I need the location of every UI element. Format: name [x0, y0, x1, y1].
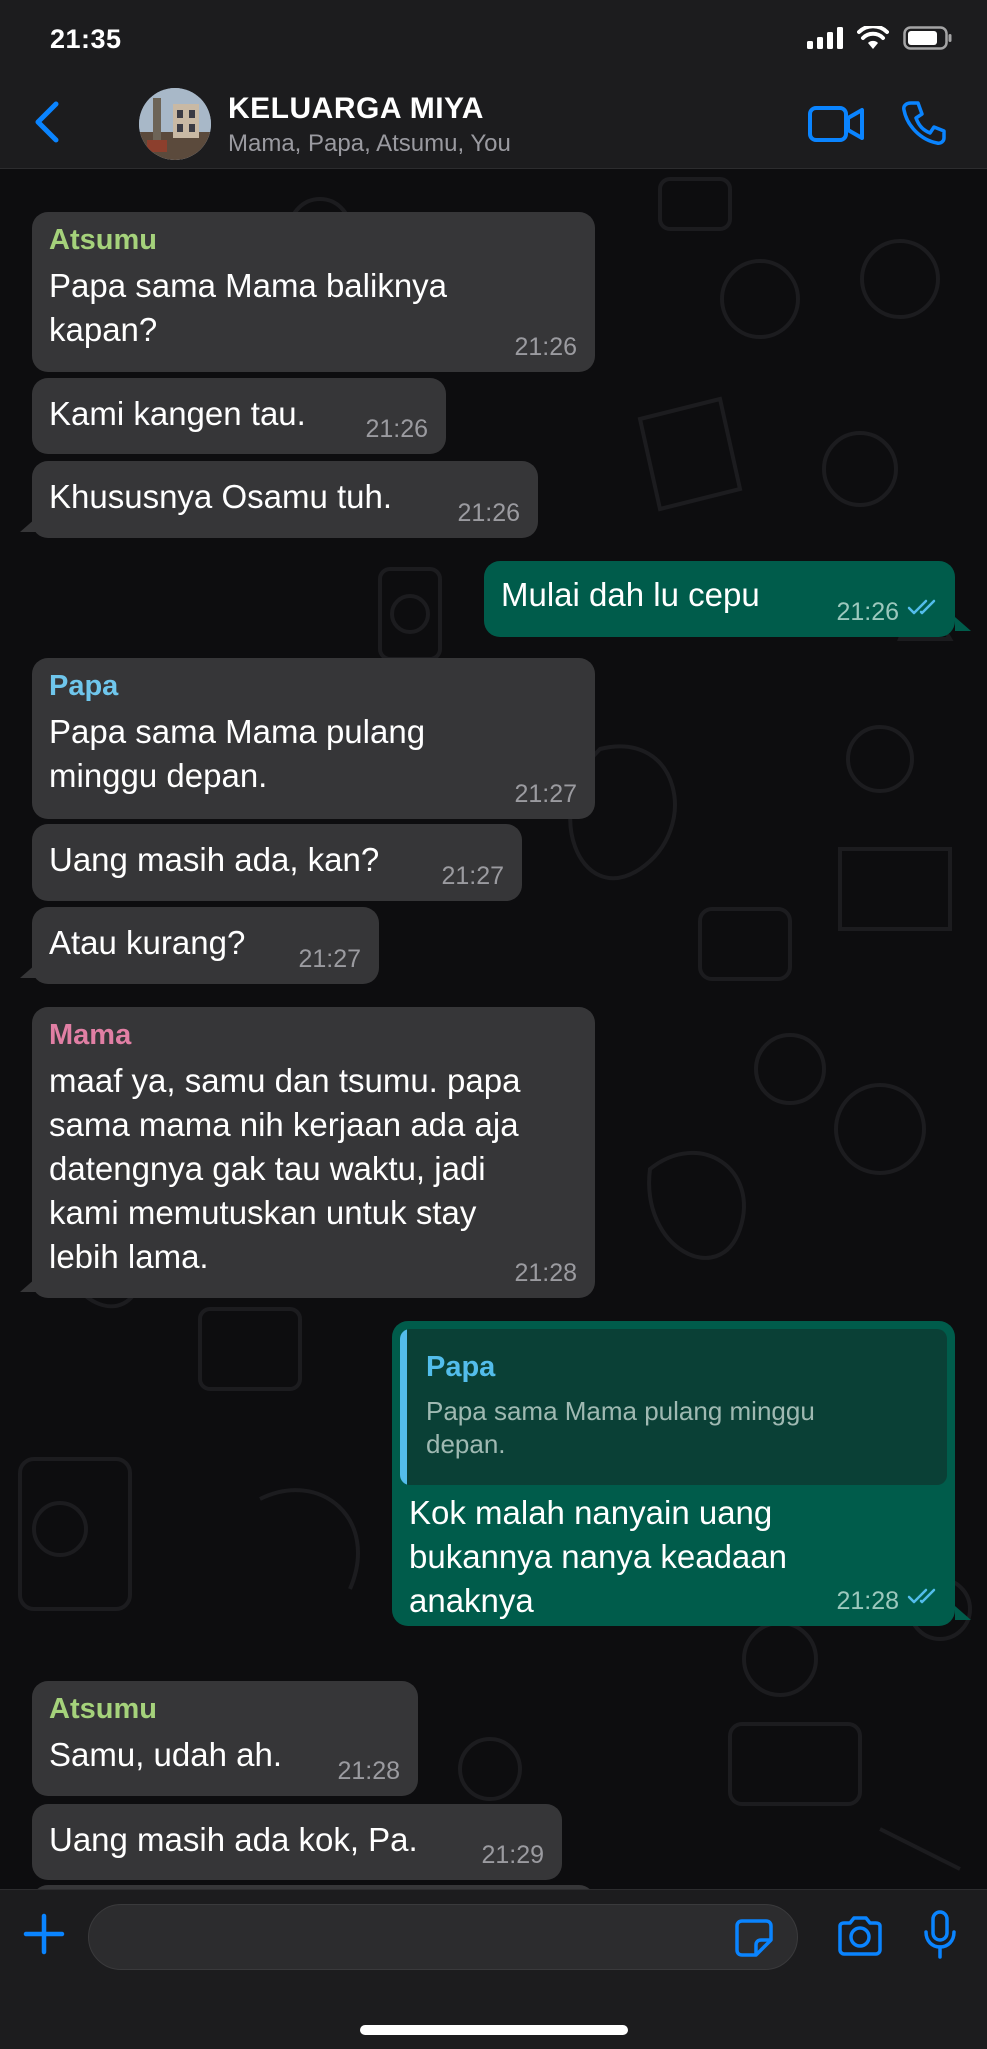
video-call-button[interactable]: [808, 104, 864, 149]
camera-button[interactable]: [836, 1916, 884, 1961]
message-bubble[interactable]: Kami kangen tau. 21:26: [32, 378, 446, 454]
message-bubble[interactable]: Atsumu Papa sama Mama baliknya kapan? 21…: [32, 212, 595, 372]
group-avatar[interactable]: [139, 88, 211, 160]
message-text: Khususnya Osamu tuh.: [49, 478, 393, 515]
chat-area[interactable]: Atsumu Papa sama Mama baliknya kapan? 21…: [0, 169, 987, 1889]
group-members: Mama, Papa, Atsumu, You: [228, 130, 511, 157]
message-time: 21:27: [441, 862, 504, 890]
quoted-text: Papa sama Mama pulang minggu depan.: [426, 1396, 815, 1459]
read-ticks-icon: [907, 1587, 943, 1610]
battery-icon: [903, 26, 953, 55]
quoted-message[interactable]: Papa Papa sama Mama pulang minggu depan.: [400, 1329, 947, 1485]
message-sender: Mama: [49, 1019, 132, 1051]
message-input[interactable]: [88, 1904, 798, 1970]
message-bubble-outgoing[interactable]: Papa Papa sama Mama pulang minggu depan.…: [392, 1321, 955, 1626]
sticker-button[interactable]: [734, 1918, 774, 1963]
voice-call-button[interactable]: [902, 100, 946, 151]
message-text: maaf ya, samu dan tsumu. papa sama mama …: [49, 1062, 521, 1275]
message-text: Kami kangen tau.: [49, 395, 306, 432]
bubble-tail: [955, 617, 971, 631]
wifi-icon: [857, 24, 889, 55]
bubble-tail: [955, 1606, 971, 1620]
message-bubble[interactable]: Atau kurang? 21:27: [32, 907, 379, 984]
message-bubble[interactable]: Uang masih ada, kan? 21:27: [32, 824, 522, 901]
phone-icon: [902, 101, 946, 150]
message-text: Uang masih ada, kan?: [49, 841, 380, 878]
bubble-tail: [20, 1278, 36, 1292]
message-time: 21:28: [836, 1587, 899, 1615]
cellular-signal-icon: [807, 27, 843, 54]
message-time: 21:26: [457, 499, 520, 527]
camera-icon: [836, 1916, 884, 1960]
message-sender: Atsumu: [49, 224, 157, 256]
message-time: 21:27: [298, 945, 361, 973]
status-bar: 21:35: [0, 0, 987, 80]
chat-header: KELUARGA MIYA Mama, Papa, Atsumu, You: [0, 80, 987, 169]
chevron-left-icon: [32, 100, 60, 149]
message-time: 21:27: [514, 780, 577, 808]
group-name[interactable]: KELUARGA MIYA: [228, 92, 484, 126]
message-bubble[interactable]: Uang masih ada kok, Pa. 21:29: [32, 1804, 562, 1880]
quoted-sender: Papa: [426, 1351, 496, 1383]
message-text: Samu, udah ah.: [49, 1736, 282, 1773]
back-button[interactable]: [26, 98, 66, 150]
video-camera-icon: [808, 106, 864, 148]
plus-icon: [22, 1913, 66, 1960]
attach-button[interactable]: [22, 1912, 66, 1961]
message-text: Papa sama Mama baliknya kapan?: [49, 267, 448, 348]
quote-bar: [400, 1329, 407, 1485]
bubble-tail: [20, 964, 36, 978]
message-composer: [0, 1889, 987, 2049]
message-sender: Atsumu: [49, 1693, 157, 1725]
sticker-icon: [734, 1919, 774, 1962]
message-text: Kok malah nanyain uang bukannya nanya ke…: [409, 1494, 787, 1619]
message-time: 21:28: [337, 1757, 400, 1785]
bubble-tail: [20, 518, 36, 532]
status-icons: [807, 24, 953, 55]
microphone-button[interactable]: [923, 1910, 957, 1965]
message-text: Uang masih ada kok, Pa.: [49, 1821, 418, 1858]
status-time: 21:35: [50, 24, 122, 54]
message-bubble-outgoing[interactable]: Mulai dah lu cepu 21:26: [484, 561, 955, 637]
message-time: 21:29: [481, 1841, 544, 1869]
message-time: 21:28: [514, 1259, 577, 1287]
message-bubble[interactable]: Khususnya Osamu tuh. 21:26: [32, 461, 538, 538]
read-ticks-icon: [907, 598, 943, 621]
message-bubble[interactable]: Mama maaf ya, samu dan tsumu. papa sama …: [32, 1007, 595, 1298]
message-time: 21:26: [836, 598, 899, 626]
message-time: 21:26: [365, 415, 428, 443]
message-text: Papa sama Mama pulang minggu depan.: [49, 713, 426, 794]
message-text: Atau kurang?: [49, 924, 246, 961]
microphone-icon: [923, 1910, 957, 1964]
message-bubble[interactable]: Atsumu Samu, udah ah. 21:28: [32, 1681, 418, 1796]
message-time: 21:26: [514, 333, 577, 361]
home-indicator[interactable]: [360, 2025, 628, 2035]
message-bubble[interactable]: Papa Papa sama Mama pulang minggu depan.…: [32, 658, 595, 819]
message-text: Mulai dah lu cepu: [501, 576, 760, 613]
message-sender: Papa: [49, 670, 119, 702]
